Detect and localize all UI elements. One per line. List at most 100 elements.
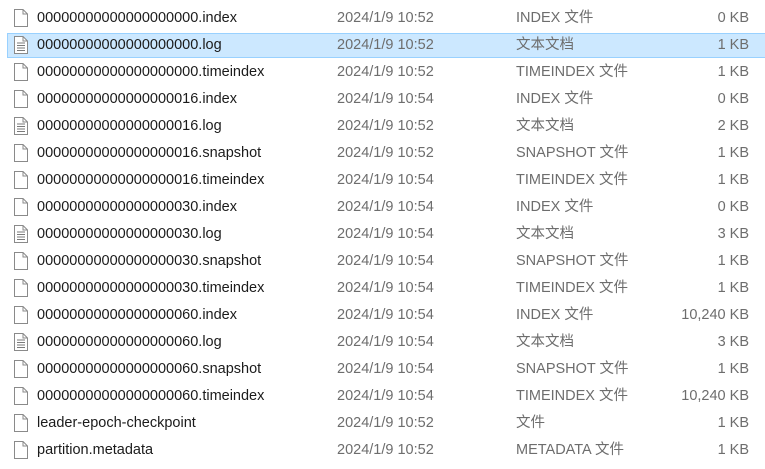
file-name: 00000000000000000000.timeindex	[37, 64, 265, 80]
file-name: 00000000000000000060.log	[37, 334, 222, 350]
file-size: 1 KB	[717, 280, 749, 296]
file-name: 00000000000000000030.log	[37, 226, 222, 242]
file-modified-date: 2024/1/9 10:54	[337, 253, 434, 269]
file-size: 0 KB	[717, 199, 749, 215]
file-type: INDEX 文件	[516, 199, 594, 215]
file-row[interactable]: 00000000000000000060.log 2024/1/9 10:54 文本…	[0, 329, 765, 356]
file-name: 00000000000000000016.index	[37, 91, 237, 107]
file-modified-date: 2024/1/9 10:54	[337, 388, 434, 404]
file-type: 文本文档	[516, 334, 574, 350]
file-size: 3 KB	[717, 334, 749, 350]
blank-file-icon	[14, 383, 30, 410]
file-name: 00000000000000000016.timeindex	[37, 172, 265, 188]
file-row[interactable]: 00000000000000000060.snapshot 2024/1/9 10…	[0, 356, 765, 383]
file-modified-date: 2024/1/9 10:52	[337, 442, 434, 458]
blank-file-icon	[14, 302, 30, 329]
file-row[interactable]: leader-epoch-checkpoint 2024/1/9 10:52 文件 1…	[0, 410, 765, 437]
file-size: 10,240 KB	[681, 388, 749, 404]
blank-file-icon	[14, 410, 30, 437]
file-row[interactable]: 00000000000000000060.timeindex 2024/1/9 1…	[0, 383, 765, 410]
file-name: 00000000000000000016.log	[37, 118, 222, 134]
file-type: TIMEINDEX 文件	[516, 64, 628, 80]
blank-file-icon	[14, 167, 30, 194]
file-size: 10,240 KB	[681, 307, 749, 323]
file-row[interactable]: 00000000000000000030.timeindex 2024/1/9 1…	[0, 275, 765, 302]
file-modified-date: 2024/1/9 10:52	[337, 64, 434, 80]
file-size: 0 KB	[717, 91, 749, 107]
text-file-icon	[14, 329, 30, 356]
file-modified-date: 2024/1/9 10:54	[337, 280, 434, 296]
blank-file-icon	[14, 86, 30, 113]
file-type: 文本文档	[516, 37, 574, 53]
file-row[interactable]: 00000000000000000000.log 2024/1/9 10:52 文本…	[0, 32, 765, 59]
file-type: SNAPSHOT 文件	[516, 145, 629, 161]
file-name: partition.metadata	[37, 442, 154, 458]
file-row[interactable]: 00000000000000000060.index 2024/1/9 10:54…	[0, 302, 765, 329]
file-row[interactable]: 00000000000000000000.index 2024/1/9 10:52…	[0, 5, 765, 32]
file-modified-date: 2024/1/9 10:54	[337, 361, 434, 377]
blank-file-icon	[14, 437, 30, 464]
file-modified-date: 2024/1/9 10:52	[337, 37, 434, 53]
file-modified-date: 2024/1/9 10:54	[337, 172, 434, 188]
file-size: 0 KB	[717, 10, 749, 26]
file-row[interactable]: 00000000000000000030.index 2024/1/9 10:54…	[0, 194, 765, 221]
text-file-icon	[14, 32, 30, 59]
file-modified-date: 2024/1/9 10:52	[337, 118, 434, 134]
file-name: 00000000000000000030.timeindex	[37, 280, 265, 296]
file-size: 1 KB	[717, 361, 749, 377]
file-type: TIMEINDEX 文件	[516, 388, 628, 404]
file-modified-date: 2024/1/9 10:52	[337, 10, 434, 26]
text-file-icon	[14, 113, 30, 140]
file-type: 文件	[516, 415, 545, 431]
file-type: INDEX 文件	[516, 91, 594, 107]
file-modified-date: 2024/1/9 10:52	[337, 145, 434, 161]
blank-file-icon	[14, 59, 30, 86]
blank-file-icon	[14, 275, 30, 302]
file-modified-date: 2024/1/9 10:54	[337, 226, 434, 242]
file-size: 1 KB	[717, 442, 749, 458]
file-name: 00000000000000000030.snapshot	[37, 253, 262, 269]
blank-file-icon	[14, 140, 30, 167]
file-size: 1 KB	[717, 172, 749, 188]
file-type: 文本文档	[516, 226, 574, 242]
file-size: 1 KB	[717, 253, 749, 269]
file-modified-date: 2024/1/9 10:54	[337, 91, 434, 107]
file-type: METADATA 文件	[516, 442, 624, 458]
file-type: TIMEINDEX 文件	[516, 172, 628, 188]
file-type: 文本文档	[516, 118, 574, 134]
file-type: INDEX 文件	[516, 307, 594, 323]
file-row[interactable]: 00000000000000000030.snapshot 2024/1/9 10…	[0, 248, 765, 275]
file-name: 00000000000000000060.index	[37, 307, 237, 323]
file-row[interactable]: 00000000000000000016.log 2024/1/9 10:52 文本…	[0, 113, 765, 140]
file-type: INDEX 文件	[516, 10, 594, 26]
blank-file-icon	[14, 5, 30, 32]
file-row[interactable]: 00000000000000000016.snapshot 2024/1/9 10…	[0, 140, 765, 167]
file-name: 00000000000000000000.log	[37, 37, 222, 53]
file-type: SNAPSHOT 文件	[516, 361, 629, 377]
file-size: 3 KB	[717, 226, 749, 242]
file-modified-date: 2024/1/9 10:54	[337, 307, 434, 323]
blank-file-icon	[14, 356, 30, 383]
blank-file-icon	[14, 194, 30, 221]
blank-file-icon	[14, 248, 30, 275]
file-row[interactable]: 00000000000000000000.timeindex 2024/1/9 1…	[0, 59, 765, 86]
file-size: 1 KB	[717, 37, 749, 53]
file-type: SNAPSHOT 文件	[516, 253, 629, 269]
file-row[interactable]: partition.metadata 2024/1/9 10:52 METADATA…	[0, 437, 765, 464]
file-row[interactable]: 00000000000000000030.log 2024/1/9 10:54 文本…	[0, 221, 765, 248]
file-name: 00000000000000000000.index	[37, 10, 237, 26]
file-name: 00000000000000000060.snapshot	[37, 361, 262, 377]
file-name: 00000000000000000030.index	[37, 199, 237, 215]
file-modified-date: 2024/1/9 10:54	[337, 199, 434, 215]
file-row[interactable]: 00000000000000000016.index 2024/1/9 10:54…	[0, 86, 765, 113]
file-row[interactable]: 00000000000000000016.timeindex 2024/1/9 1…	[0, 167, 765, 194]
file-size: 1 KB	[717, 415, 749, 431]
file-modified-date: 2024/1/9 10:52	[337, 415, 434, 431]
file-name: 00000000000000000060.timeindex	[37, 388, 265, 404]
file-size: 1 KB	[717, 64, 749, 80]
file-name: leader-epoch-checkpoint	[37, 415, 196, 431]
file-modified-date: 2024/1/9 10:54	[337, 334, 434, 350]
file-type: TIMEINDEX 文件	[516, 280, 628, 296]
file-size: 2 KB	[717, 118, 749, 134]
text-file-icon	[14, 221, 30, 248]
